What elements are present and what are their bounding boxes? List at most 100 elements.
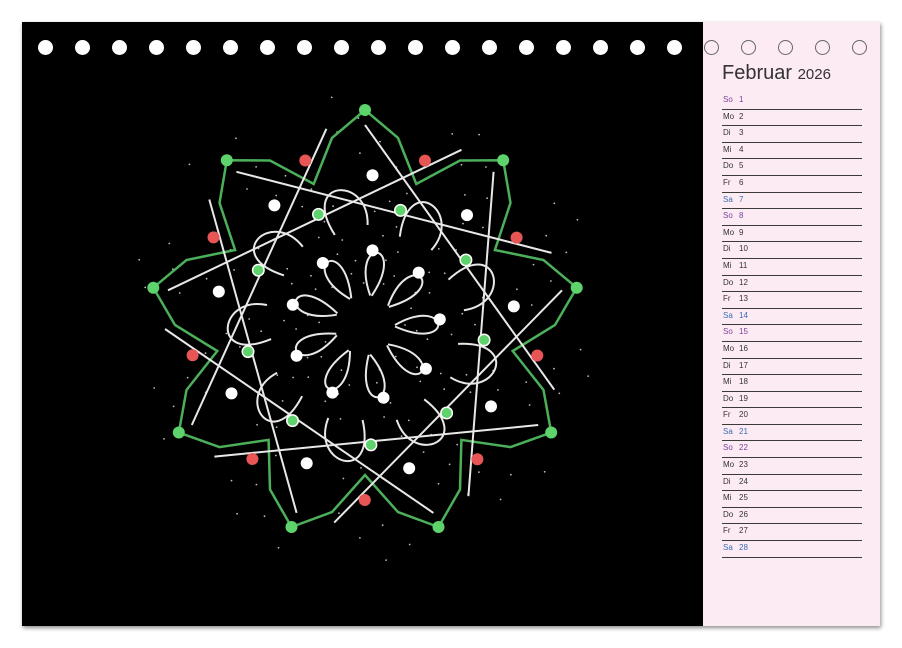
weekday-label: Sa bbox=[723, 426, 733, 436]
binding-hole bbox=[408, 40, 423, 55]
day-number: 21 bbox=[739, 426, 748, 436]
green-dot bbox=[253, 265, 264, 276]
green-dot bbox=[441, 408, 452, 418]
speck bbox=[275, 454, 277, 457]
white-dot bbox=[366, 169, 379, 182]
binding-hole bbox=[223, 40, 238, 55]
speck bbox=[186, 376, 189, 379]
speck bbox=[359, 537, 361, 539]
day-row: Di 3 bbox=[722, 126, 862, 143]
weekday-label: Mo bbox=[723, 460, 735, 470]
red-dot bbox=[186, 349, 199, 362]
speck bbox=[397, 251, 399, 254]
speck bbox=[255, 166, 257, 168]
weekday-label: Di bbox=[723, 128, 731, 138]
speck bbox=[286, 267, 289, 270]
day-number: 26 bbox=[739, 509, 748, 519]
speck bbox=[395, 226, 398, 228]
day-number: 10 bbox=[739, 244, 748, 254]
day-number: 16 bbox=[739, 343, 748, 353]
day-number: 3 bbox=[739, 128, 744, 138]
speck bbox=[415, 329, 418, 332]
speck bbox=[516, 288, 518, 291]
white-dot bbox=[300, 457, 313, 470]
calendar-page: Februar 2026 So 1 Mo 2 Di 3 Mi 4 Do 5 Fr 6 Sa 7 So 8 Mo 9… bbox=[22, 22, 880, 626]
speck bbox=[178, 292, 181, 294]
white-loop bbox=[324, 417, 366, 463]
white-dot bbox=[286, 298, 299, 311]
speck bbox=[381, 524, 384, 527]
white-dot bbox=[507, 300, 520, 313]
speck bbox=[404, 324, 406, 326]
weekday-label: Sa bbox=[723, 543, 733, 553]
day-row: Di 17 bbox=[722, 359, 862, 376]
day-row: Di 24 bbox=[722, 475, 862, 492]
speck bbox=[314, 288, 317, 291]
speck bbox=[426, 338, 429, 341]
day-row: Mo 23 bbox=[722, 458, 862, 475]
speck bbox=[550, 280, 552, 282]
speck bbox=[310, 274, 312, 277]
speck bbox=[359, 152, 361, 155]
day-row: So 1 bbox=[722, 93, 862, 110]
day-row: So 15 bbox=[722, 325, 862, 342]
day-number: 18 bbox=[739, 377, 748, 387]
day-number: 17 bbox=[739, 360, 748, 370]
speck bbox=[410, 307, 412, 310]
binding-hole bbox=[815, 40, 830, 55]
day-row: Mo 9 bbox=[722, 226, 862, 243]
weekday-label: Mi bbox=[723, 493, 732, 503]
red-dot bbox=[471, 453, 484, 466]
speck bbox=[407, 419, 410, 422]
speck bbox=[553, 367, 555, 370]
speck bbox=[256, 423, 258, 426]
binding-hole bbox=[519, 40, 534, 55]
day-number: 25 bbox=[739, 493, 748, 503]
speck bbox=[385, 259, 387, 262]
speck bbox=[553, 202, 556, 205]
weekday-label: Fr bbox=[723, 526, 731, 536]
speck bbox=[292, 376, 294, 379]
day-number: 14 bbox=[739, 310, 748, 320]
speck bbox=[330, 96, 333, 99]
weekday-label: Di bbox=[723, 360, 731, 370]
speck bbox=[439, 372, 442, 375]
white-dot bbox=[403, 462, 416, 475]
speck bbox=[579, 348, 582, 351]
green-dot bbox=[220, 154, 233, 167]
white-dot bbox=[485, 400, 497, 413]
speck bbox=[205, 277, 208, 280]
speck bbox=[482, 226, 484, 229]
speck bbox=[499, 498, 502, 501]
weekday-label: Mo bbox=[723, 343, 735, 353]
speck bbox=[464, 194, 466, 196]
weekday-label: So bbox=[723, 327, 733, 337]
speck bbox=[422, 451, 425, 453]
speck bbox=[307, 376, 310, 378]
binding-hole bbox=[667, 40, 682, 55]
speck bbox=[348, 384, 351, 386]
speck bbox=[306, 356, 309, 359]
speck bbox=[336, 253, 339, 256]
weekday-label: Fr bbox=[723, 410, 731, 420]
green-dot bbox=[243, 346, 253, 357]
speck bbox=[275, 194, 278, 197]
day-row: Mo 2 bbox=[722, 110, 862, 127]
speck bbox=[295, 328, 297, 330]
weekday-label: Mi bbox=[723, 260, 732, 270]
speck bbox=[246, 188, 248, 190]
speck bbox=[362, 282, 365, 284]
weekday-label: So bbox=[723, 211, 733, 221]
green-dot bbox=[395, 205, 406, 216]
binding-hole bbox=[445, 40, 460, 55]
binding-hole bbox=[334, 40, 349, 55]
speck bbox=[388, 200, 391, 203]
white-dot bbox=[290, 349, 303, 362]
weekday-label: Mi bbox=[723, 377, 732, 387]
white-dot bbox=[412, 266, 425, 279]
green-dot bbox=[313, 209, 324, 220]
speck bbox=[389, 402, 392, 404]
speck bbox=[310, 188, 313, 191]
day-number: 9 bbox=[739, 227, 744, 237]
day-number: 1 bbox=[739, 95, 744, 104]
